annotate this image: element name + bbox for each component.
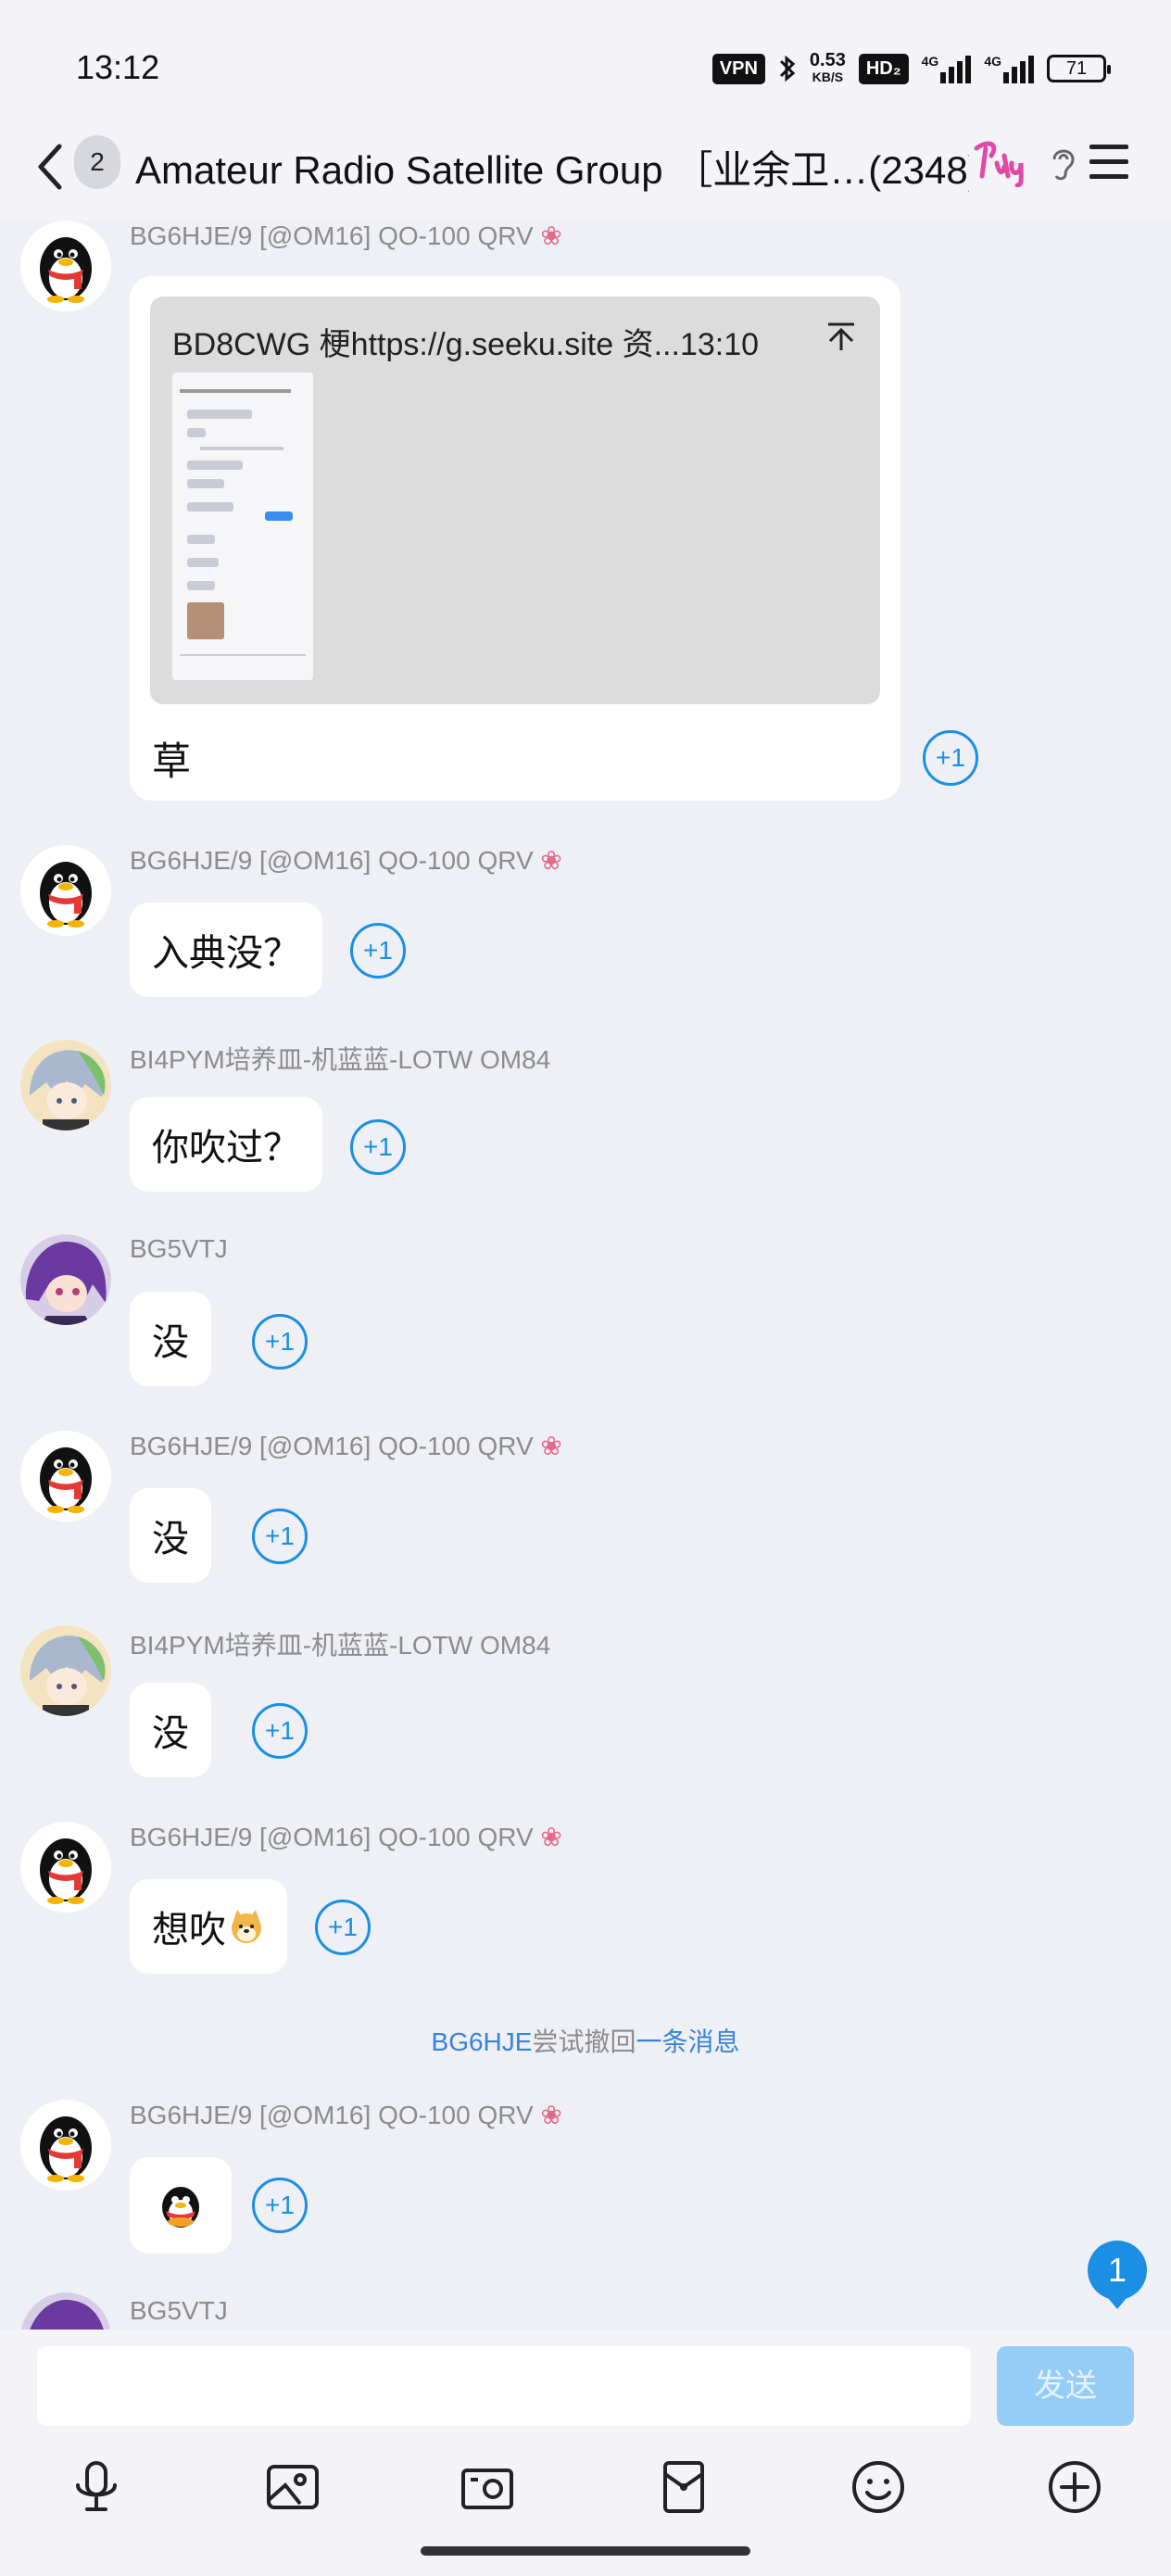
title-badge-icon: ❀ [540,2101,562,2129]
camera-icon[interactable] [458,2457,517,2517]
status-bar: 13:12 VPN 0.53 KB/S HD₂ 4G 4G 71 [0,0,1171,130]
send-button[interactable]: 发送 [997,2346,1134,2426]
sender-name[interactable]: BG5VTJ [130,1234,228,1264]
sender-name[interactable]: BG6HJE/9 [@OM16] QO-100 QRV ❀ [130,2100,562,2130]
avatar-penguin[interactable] [20,1431,111,1522]
hd-badge: HD₂ [858,53,909,84]
avatar-purple-hair[interactable] [20,1234,111,1325]
title-badge-icon: ❀ [540,846,562,875]
plus-one-button[interactable]: +1 [252,1703,308,1759]
microphone-icon[interactable] [67,2457,126,2517]
message-bubble[interactable]: 想吹 [130,1879,287,1974]
vpn-badge: VPN [711,53,765,84]
quote-message-bubble[interactable]: BD8CWG 梗https://g.seeku.site 资...13:10 草 [130,276,900,801]
screenshot-thumbnail[interactable] [172,373,313,680]
doge-emoji-icon [232,1910,261,1943]
sender-name[interactable]: BG5VTJ [130,2296,228,2326]
home-indicator[interactable] [421,2546,750,2556]
anime-avatar-icon [20,1625,111,1716]
title-badge-icon: ❀ [540,221,562,250]
sender-name[interactable]: BG6HJE/9 [@OM16] QO-100 QRV ❀ [130,221,562,251]
menu-icon[interactable] [1089,145,1128,180]
title-badge-icon: ❀ [540,1823,562,1851]
anime-avatar-icon [20,1040,111,1130]
signal-bars-icon [940,54,972,83]
message-input[interactable] [37,2346,971,2426]
purple-hair-avatar-icon [20,1234,111,1325]
back-icon[interactable] [31,139,69,195]
message-bubble[interactable]: 没 [130,1683,211,1777]
status-icons: VPN 0.53 KB/S HD₂ 4G 4G 71 [711,50,1111,87]
penguin-avatar-icon [20,1431,111,1522]
message-bubble[interactable]: 入典没？ [130,903,322,997]
plus-one-button[interactable]: +1 [252,2178,308,2233]
sender-name[interactable]: BI4PYM培养皿-机蓝蓝-LOTW OM84 [130,1625,550,1662]
unread-chats-badge[interactable]: 2 [74,135,120,189]
sender-name[interactable]: BG6HJE/9 [@OM16] QO-100 QRV ❀ [130,1431,562,1461]
group-tag-icon[interactable] [971,135,1038,187]
recall-user-link[interactable]: BG6HJE [432,2027,533,2056]
avatar-anime[interactable] [20,1040,111,1130]
collapse-top-icon[interactable] [823,317,860,354]
bluetooth-icon [779,55,796,82]
red-packet-icon[interactable] [654,2457,713,2517]
title-badge-icon: ❀ [540,1432,562,1460]
ear-icon[interactable] [1049,145,1077,182]
avatar-penguin[interactable] [20,221,111,311]
message-bubble[interactable]: 没 [130,1488,211,1583]
recall-message-link[interactable]: 一条消息 [636,2027,739,2056]
thumbnail-image [172,373,313,680]
chat-area[interactable]: BG6HJE/9 [@OM16] QO-100 QRV ❀ BD8CWG 梗ht… [0,221,1171,2330]
image-icon[interactable] [263,2457,322,2517]
plus-one-button[interactable]: +1 [315,1900,371,1955]
sender-name[interactable]: BG6HJE/9 [@OM16] QO-100 QRV ❀ [130,845,562,876]
avatar-anime[interactable] [20,1625,111,1716]
reply-text: 草 [152,739,192,783]
plus-one-button[interactable]: +1 [252,1509,308,1564]
message-bubble[interactable]: 没 [130,1292,211,1386]
penguin-avatar-icon [20,1822,111,1913]
quoted-forward-card[interactable]: BD8CWG 梗https://g.seeku.site 资...13:10 [150,297,880,704]
new-message-badge[interactable]: 1 [1088,2241,1147,2309]
purple-hair-avatar-icon [20,2292,111,2330]
plus-one-button[interactable]: +1 [350,1119,406,1175]
penguin-sticker-icon [162,2187,199,2228]
plus-one-button[interactable]: +1 [252,1314,308,1370]
avatar-penguin[interactable] [20,1822,111,1913]
signal-bars-icon [1003,54,1034,83]
avatar-penguin[interactable] [20,2100,111,2191]
sender-name[interactable]: BG6HJE/9 [@OM16] QO-100 QRV ❀ [130,1822,562,1852]
network-speed: 0.53 KB/S [809,50,846,84]
penguin-avatar-icon [20,2100,111,2191]
status-time: 13:12 [76,48,160,86]
plus-icon[interactable] [1045,2457,1104,2517]
sender-name[interactable]: BI4PYM培养皿-机蓝蓝-LOTW OM84 [130,1040,550,1077]
avatar-purple-hair[interactable] [20,2292,111,2330]
penguin-avatar-icon [20,845,111,936]
message-bubble[interactable]: 你吹过？ [130,1097,322,1192]
group-title[interactable]: Amateur Radio Satellite Group ［业余卫…(2348… [135,139,969,196]
avatar-penguin[interactable] [20,845,111,936]
emoji-icon[interactable] [849,2457,908,2517]
signal-1: 4G [922,54,972,83]
quoted-title: BD8CWG 梗https://g.seeku.site 资...13:10 [172,327,760,362]
penguin-avatar-icon [20,221,111,311]
recall-notice: BG6HJE尝试撤回一条消息 [431,2027,740,2056]
plus-one-button[interactable]: +1 [923,730,978,786]
sticker-bubble[interactable] [130,2157,232,2254]
signal-2: 4G [984,54,1034,83]
battery-icon: 71 [1047,55,1111,82]
plus-one-button[interactable]: +1 [350,923,406,979]
